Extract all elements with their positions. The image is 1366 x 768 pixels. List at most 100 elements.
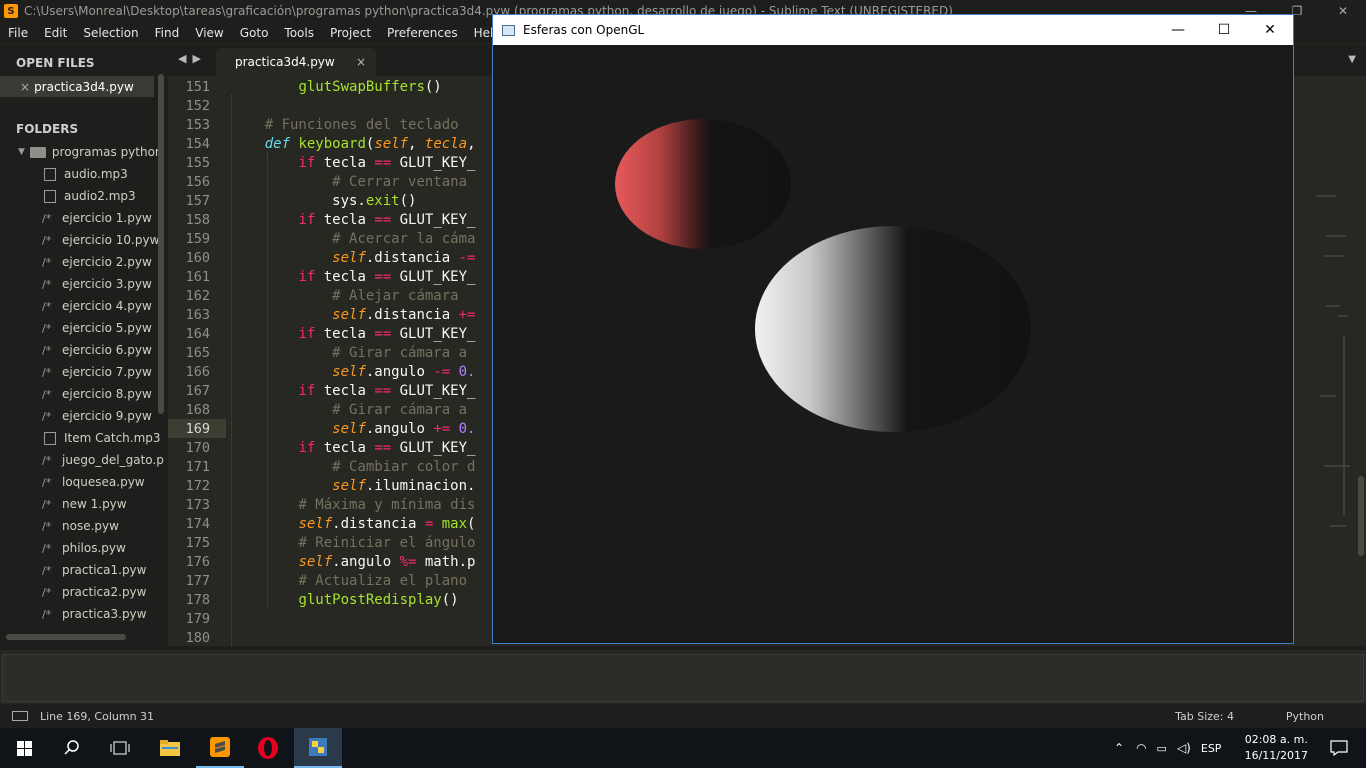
line-number: 153 (185, 117, 210, 133)
code-file-icon: /* (42, 563, 52, 577)
code-line: if tecla == GLUT_KEY_ (298, 212, 476, 228)
line-number: 171 (185, 459, 210, 475)
menu-item-edit[interactable]: Edit (36, 26, 75, 40)
sidebar-file-label: audio2.mp3 (64, 189, 136, 203)
sidebar-file-item[interactable]: /* ejercicio 10.pyw (0, 229, 159, 251)
sidebar-file-item[interactable]: /* ejercicio 9.pyw (0, 405, 152, 427)
code-file-icon: /* (42, 255, 52, 269)
code-line: self.angulo %= math.p (298, 554, 476, 570)
code-file-icon: /* (42, 541, 52, 555)
chevron-up-icon[interactable]: ⌃ (1114, 741, 1124, 755)
sidebar-file-item[interactable]: /* nose.pyw (0, 515, 119, 537)
code-line: # Reiniciar el ángulo (298, 535, 476, 551)
tab-dropdown-icon[interactable]: ▼ (1348, 54, 1356, 65)
code-line: self.distancia = max( (298, 516, 476, 532)
code-line: if tecla == GLUT_KEY_ (298, 155, 476, 171)
sidebar-file-item[interactable]: /* loquesea.pyw (0, 471, 145, 493)
sidebar-file-item[interactable]: audio2.mp3 (0, 185, 136, 207)
sidebar-file-label: nose.pyw (62, 519, 119, 533)
search-button[interactable] (48, 728, 96, 768)
tab-nav-arrows[interactable]: ◀▶ (178, 52, 207, 65)
line-number: 157 (185, 193, 210, 209)
code-line: if tecla == GLUT_KEY_ (298, 440, 476, 456)
code-line: if tecla == GLUT_KEY_ (298, 383, 476, 399)
sidebar-file-item[interactable]: /* ejercicio 8.pyw (0, 383, 152, 405)
notification-center[interactable] (1330, 728, 1348, 768)
volume-icon[interactable]: ◁) (1177, 741, 1191, 755)
sidebar-file-item[interactable]: /* ejercicio 6.pyw (0, 339, 152, 361)
opengl-title-bar[interactable]: Esferas con OpenGL — ☐ ✕ (493, 15, 1293, 45)
opengl-canvas[interactable] (493, 45, 1293, 643)
close-icon[interactable]: ✕ (1320, 0, 1366, 22)
menu-item-preferences[interactable]: Preferences (379, 26, 466, 40)
sidebar-file-item[interactable]: /* new 1.pyw (0, 493, 127, 515)
sidebar-scrollbar[interactable] (158, 74, 164, 414)
code-line: sys.exit() (231, 193, 417, 209)
opengl-window-icon (502, 24, 515, 36)
tab-close-icon[interactable]: × (356, 55, 366, 69)
panel-toggle-icon[interactable] (12, 711, 28, 721)
sidebar-file-item[interactable]: /* philos.pyw (0, 537, 126, 559)
sidebar-file-item[interactable]: Item Catch.mp3 (0, 427, 161, 449)
sidebar-file-item[interactable]: audio.mp3 (0, 163, 128, 185)
clock[interactable]: 02:08 a. m. 16/11/2017 (1245, 732, 1308, 764)
sidebar-file-item[interactable]: /* ejercicio 3.pyw (0, 273, 152, 295)
console-input[interactable] (2, 654, 1364, 702)
opengl-maximize-icon[interactable]: ☐ (1201, 15, 1247, 45)
sidebar-file-label: philos.pyw (62, 541, 126, 555)
editor-scrollbar[interactable] (1358, 476, 1364, 556)
sidebar-file-item[interactable]: /* ejercicio 7.pyw (0, 361, 152, 383)
opengl-window[interactable]: Esferas con OpenGL — ☐ ✕ (492, 14, 1294, 644)
folders-header: FOLDERS (16, 122, 79, 136)
line-number: 151 (185, 79, 210, 95)
battery-icon[interactable]: ▭ (1157, 742, 1167, 755)
sidebar-file-label: ejercicio 9.pyw (62, 409, 152, 423)
sidebar-file-item[interactable]: /* ejercicio 2.pyw (0, 251, 152, 273)
menu-item-view[interactable]: View (187, 26, 231, 40)
windows-logo-icon (16, 740, 32, 756)
code-file-icon: /* (42, 475, 52, 489)
start-button[interactable] (0, 728, 48, 768)
wifi-icon[interactable]: ◠ (1136, 741, 1146, 755)
code-line: # Acercar la cáma (332, 231, 476, 247)
menu-item-find[interactable]: Find (147, 26, 188, 40)
line-number: 179 (185, 611, 210, 627)
sidebar-file-item[interactable]: /* practica3.pyw (0, 603, 146, 625)
tab-size[interactable]: Tab Size: 4 (1175, 710, 1234, 723)
sidebar-file-item[interactable]: /* juego_del_gato.p (0, 449, 164, 471)
line-number: 176 (185, 554, 210, 570)
taskbar-sublime-text[interactable] (196, 728, 244, 768)
tab-practica3d4[interactable]: practica3d4.pyw × (216, 48, 376, 76)
opengl-close-icon[interactable]: ✕ (1247, 15, 1293, 45)
menu-item-tools[interactable]: Tools (276, 26, 322, 40)
opengl-minimize-icon[interactable]: — (1155, 15, 1201, 45)
line-number: 170 (185, 440, 210, 456)
output-panel (0, 646, 1366, 704)
sidebar-horizontal-scrollbar[interactable] (6, 634, 126, 640)
sidebar-file-label: ejercicio 5.pyw (62, 321, 152, 335)
menu-item-selection[interactable]: Selection (75, 26, 146, 40)
open-file-label: practica3d4.pyw (34, 79, 134, 94)
syntax-mode[interactable]: Python (1286, 710, 1324, 723)
open-file-item[interactable]: × practica3d4.pyw (0, 76, 154, 97)
folder-item[interactable]: ▼ programas python (0, 141, 163, 163)
sidebar-file-item[interactable]: /* ejercicio 1.pyw (0, 207, 152, 229)
file-icon (44, 189, 56, 203)
code-file-icon: /* (42, 519, 52, 533)
search-icon (64, 740, 79, 755)
line-number: 154 (185, 136, 210, 152)
taskbar-opera[interactable] (244, 728, 292, 768)
sidebar-file-item[interactable]: /* ejercicio 4.pyw (0, 295, 152, 317)
sidebar-file-item[interactable]: /* ejercicio 5.pyw (0, 317, 152, 339)
menu-item-file[interactable]: File (0, 26, 36, 40)
sidebar-file-item[interactable]: /* practica2.pyw (0, 581, 146, 603)
minimap[interactable] (1296, 76, 1356, 646)
language-indicator[interactable]: ESP (1201, 742, 1222, 755)
taskbar-file-explorer[interactable] (146, 728, 194, 768)
task-view-button[interactable] (96, 728, 144, 768)
menu-item-project[interactable]: Project (322, 26, 379, 40)
menu-item-goto[interactable]: Goto (232, 26, 277, 40)
taskbar-python[interactable] (294, 728, 342, 768)
close-file-icon[interactable]: × (20, 80, 30, 94)
sidebar-file-item[interactable]: /* practica1.pyw (0, 559, 146, 581)
